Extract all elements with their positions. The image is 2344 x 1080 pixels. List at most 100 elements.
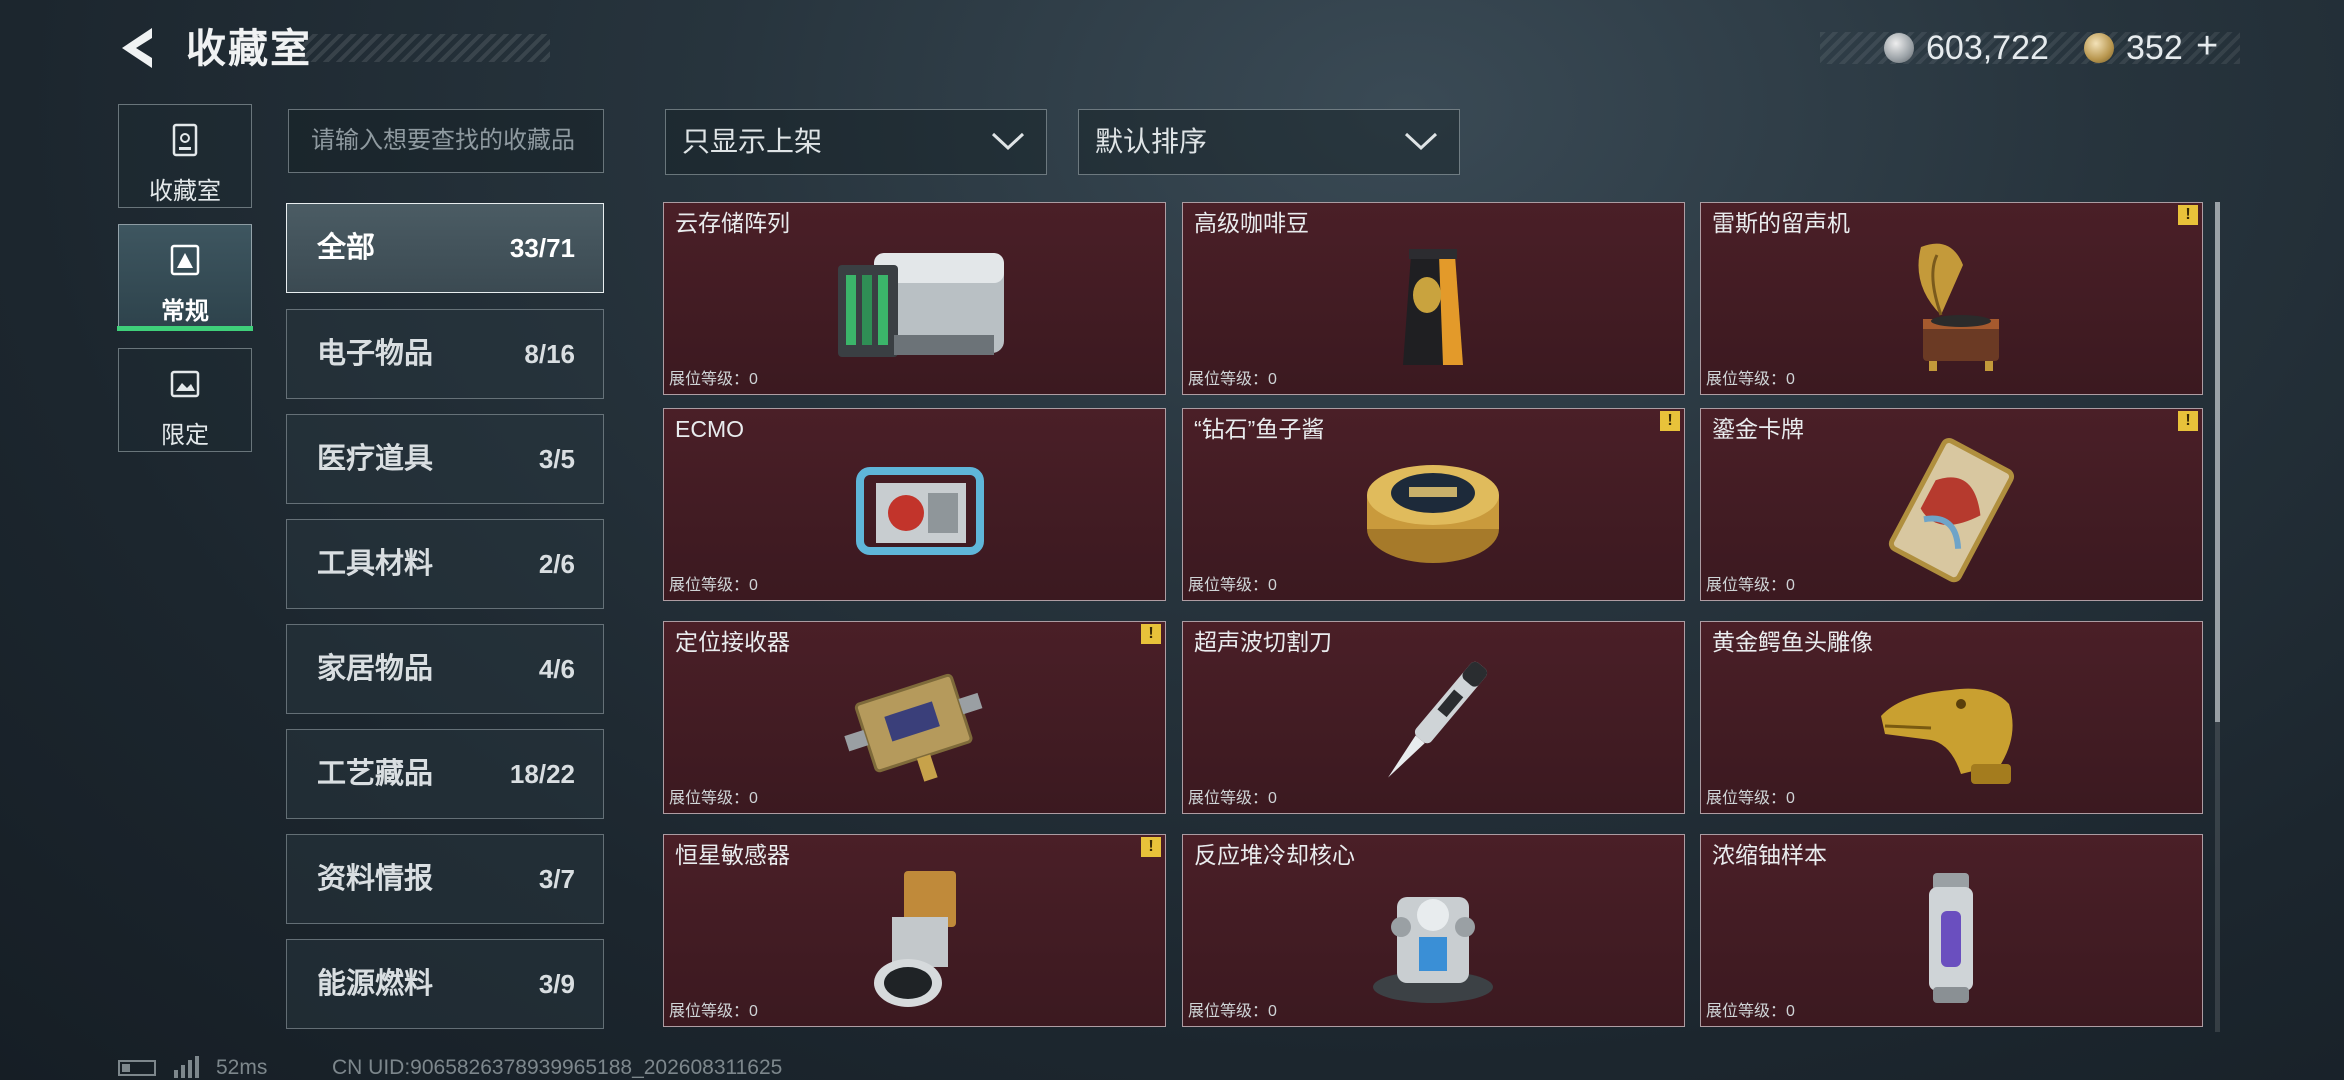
category-crafts[interactable]: 工艺藏品 18/22	[286, 729, 604, 819]
collection-card[interactable]: 雷斯的留声机 展位等级：0 !	[1700, 202, 2203, 395]
alert-badge: !	[1141, 837, 1161, 857]
display-filter-value: 只显示上架	[682, 126, 823, 157]
category-name: 医疗道具	[317, 443, 434, 475]
collection-icon	[170, 244, 200, 276]
category-count: 3/7	[538, 864, 575, 894]
category-count: 2/6	[538, 549, 575, 579]
item-level: 展位等级：0	[1706, 371, 1795, 388]
active-tab-indicator	[117, 326, 253, 331]
tab-label: 收藏室	[149, 178, 221, 205]
caviar-tin-icon	[1367, 465, 1499, 563]
display-filter-dropdown[interactable]: 只显示上架	[665, 109, 1047, 175]
crocodile-statue-icon	[1881, 688, 2013, 784]
battery-icon	[118, 1060, 156, 1076]
category-energy[interactable]: 能源燃料 3/9	[286, 939, 604, 1029]
gold-coin-icon	[2084, 33, 2114, 63]
reactor-core-icon	[1373, 897, 1493, 1003]
item-level: 展位等级：0	[1706, 790, 1795, 807]
item-name: 超声波切割刀	[1194, 629, 1332, 655]
receiver-icon	[844, 673, 983, 782]
grid-scrollbar-thumb[interactable]	[2215, 202, 2220, 722]
category-count: 8/16	[524, 339, 575, 369]
category-count: 3/5	[538, 444, 575, 474]
category-count: 18/22	[509, 759, 575, 789]
collection-card[interactable]: 浓缩铀样本 展位等级：0	[1700, 834, 2203, 1027]
title-decoration	[300, 34, 550, 62]
category-name: 电子物品	[317, 338, 434, 370]
item-level: 展位等级：0	[1188, 577, 1277, 594]
category-household[interactable]: 家居物品 4/6	[286, 624, 604, 714]
item-name: 雷斯的留声机	[1712, 210, 1850, 236]
item-name: 反应堆冷却核心	[1194, 842, 1355, 868]
gilded-card-icon	[1888, 438, 2015, 583]
sort-order-value: 默认排序	[1095, 126, 1208, 157]
collection-card[interactable]: 定位接收器 展位等级：0 !	[663, 621, 1166, 814]
collection-card[interactable]: 云存储阵列 展位等级：0	[663, 202, 1166, 395]
collection-card[interactable]: 恒星敏感器 展位等级：0 !	[663, 834, 1166, 1027]
sort-order-dropdown[interactable]: 默认排序	[1078, 109, 1460, 175]
collection-card[interactable]: 黄金鳄鱼头雕像 展位等级：0	[1700, 621, 2203, 814]
item-name: 高级咖啡豆	[1194, 210, 1309, 236]
item-level: 展位等级：0	[669, 371, 758, 388]
category-count: 3/9	[538, 969, 575, 999]
item-level: 展位等级：0	[669, 790, 758, 807]
item-name: 鎏金卡牌	[1712, 416, 1804, 442]
category-name: 工具材料	[317, 548, 434, 580]
collection-card[interactable]: ECMO 展位等级：0	[663, 408, 1166, 601]
collection-card[interactable]: 高级咖啡豆 展位等级：0	[1182, 202, 1685, 395]
chevron-down-icon	[991, 132, 1025, 151]
tab-collection-room[interactable]: 收藏室	[118, 104, 252, 208]
item-level: 展位等级：0	[1706, 1003, 1795, 1020]
item-name: “钻石”鱼子酱	[1194, 416, 1325, 442]
vault-icon	[172, 123, 198, 157]
ecmo-machine-icon	[856, 467, 984, 555]
ultrasonic-knife-icon	[1388, 661, 1488, 778]
item-level: 展位等级：0	[669, 577, 758, 594]
alert-badge: !	[1660, 411, 1680, 431]
search-input[interactable]	[288, 109, 604, 173]
tab-limited[interactable]: 限定	[118, 348, 252, 452]
item-level: 展位等级：0	[669, 1003, 758, 1020]
category-electronics[interactable]: 电子物品 8/16	[286, 309, 604, 399]
collection-card[interactable]: 反应堆冷却核心 展位等级：0	[1182, 834, 1685, 1027]
collection-card[interactable]: 超声波切割刀 展位等级：0	[1182, 621, 1685, 814]
item-name: 定位接收器	[675, 629, 790, 655]
tab-label: 常规	[161, 298, 209, 325]
category-intel[interactable]: 资料情报 3/7	[286, 834, 604, 924]
user-uid: CN UID:9065826378939965188_202608311625	[332, 1056, 783, 1079]
tab-regular[interactable]: 常规	[117, 224, 253, 331]
back-arrow-icon[interactable]	[112, 22, 164, 74]
uranium-capsule-icon	[1929, 873, 1973, 1003]
item-name: ECMO	[675, 416, 744, 442]
item-name: 恒星敏感器	[675, 842, 790, 868]
star-sensor-icon	[874, 871, 956, 1007]
alert-badge: !	[2178, 411, 2198, 431]
page-title: 收藏室	[186, 27, 312, 71]
category-name: 全部	[317, 232, 376, 264]
category-all[interactable]: 全部 33/71	[286, 203, 604, 293]
collection-card[interactable]: 鎏金卡牌 展位等级：0 !	[1700, 408, 2203, 601]
gold-currency-value: 352	[2126, 29, 2183, 67]
silver-coin-icon	[1884, 33, 1914, 63]
alert-badge: !	[2178, 205, 2198, 225]
item-name: 黄金鳄鱼头雕像	[1712, 629, 1873, 655]
collection-card[interactable]: “钻石”鱼子酱 展位等级：0 !	[1182, 408, 1685, 601]
item-level: 展位等级：0	[1188, 1003, 1277, 1020]
alert-badge: !	[1141, 624, 1161, 644]
server-array-icon	[838, 253, 1004, 357]
category-tools[interactable]: 工具材料 2/6	[286, 519, 604, 609]
category-medical[interactable]: 医疗道具 3/5	[286, 414, 604, 504]
add-currency-button[interactable]: +	[2196, 24, 2218, 68]
item-name: 浓缩铀样本	[1712, 842, 1827, 868]
chevron-down-icon	[1404, 132, 1438, 151]
item-level: 展位等级：0	[1188, 371, 1277, 388]
signal-icon	[174, 1056, 199, 1078]
category-count: 4/6	[538, 654, 575, 684]
picture-icon	[170, 370, 200, 398]
item-level: 展位等级：0	[1188, 790, 1277, 807]
tab-label: 限定	[161, 422, 209, 449]
coffee-bag-icon	[1403, 249, 1463, 365]
ping-value: 52ms	[216, 1056, 268, 1079]
silver-currency-value: 603,722	[1926, 29, 2049, 67]
gramophone-icon	[1918, 243, 1999, 371]
